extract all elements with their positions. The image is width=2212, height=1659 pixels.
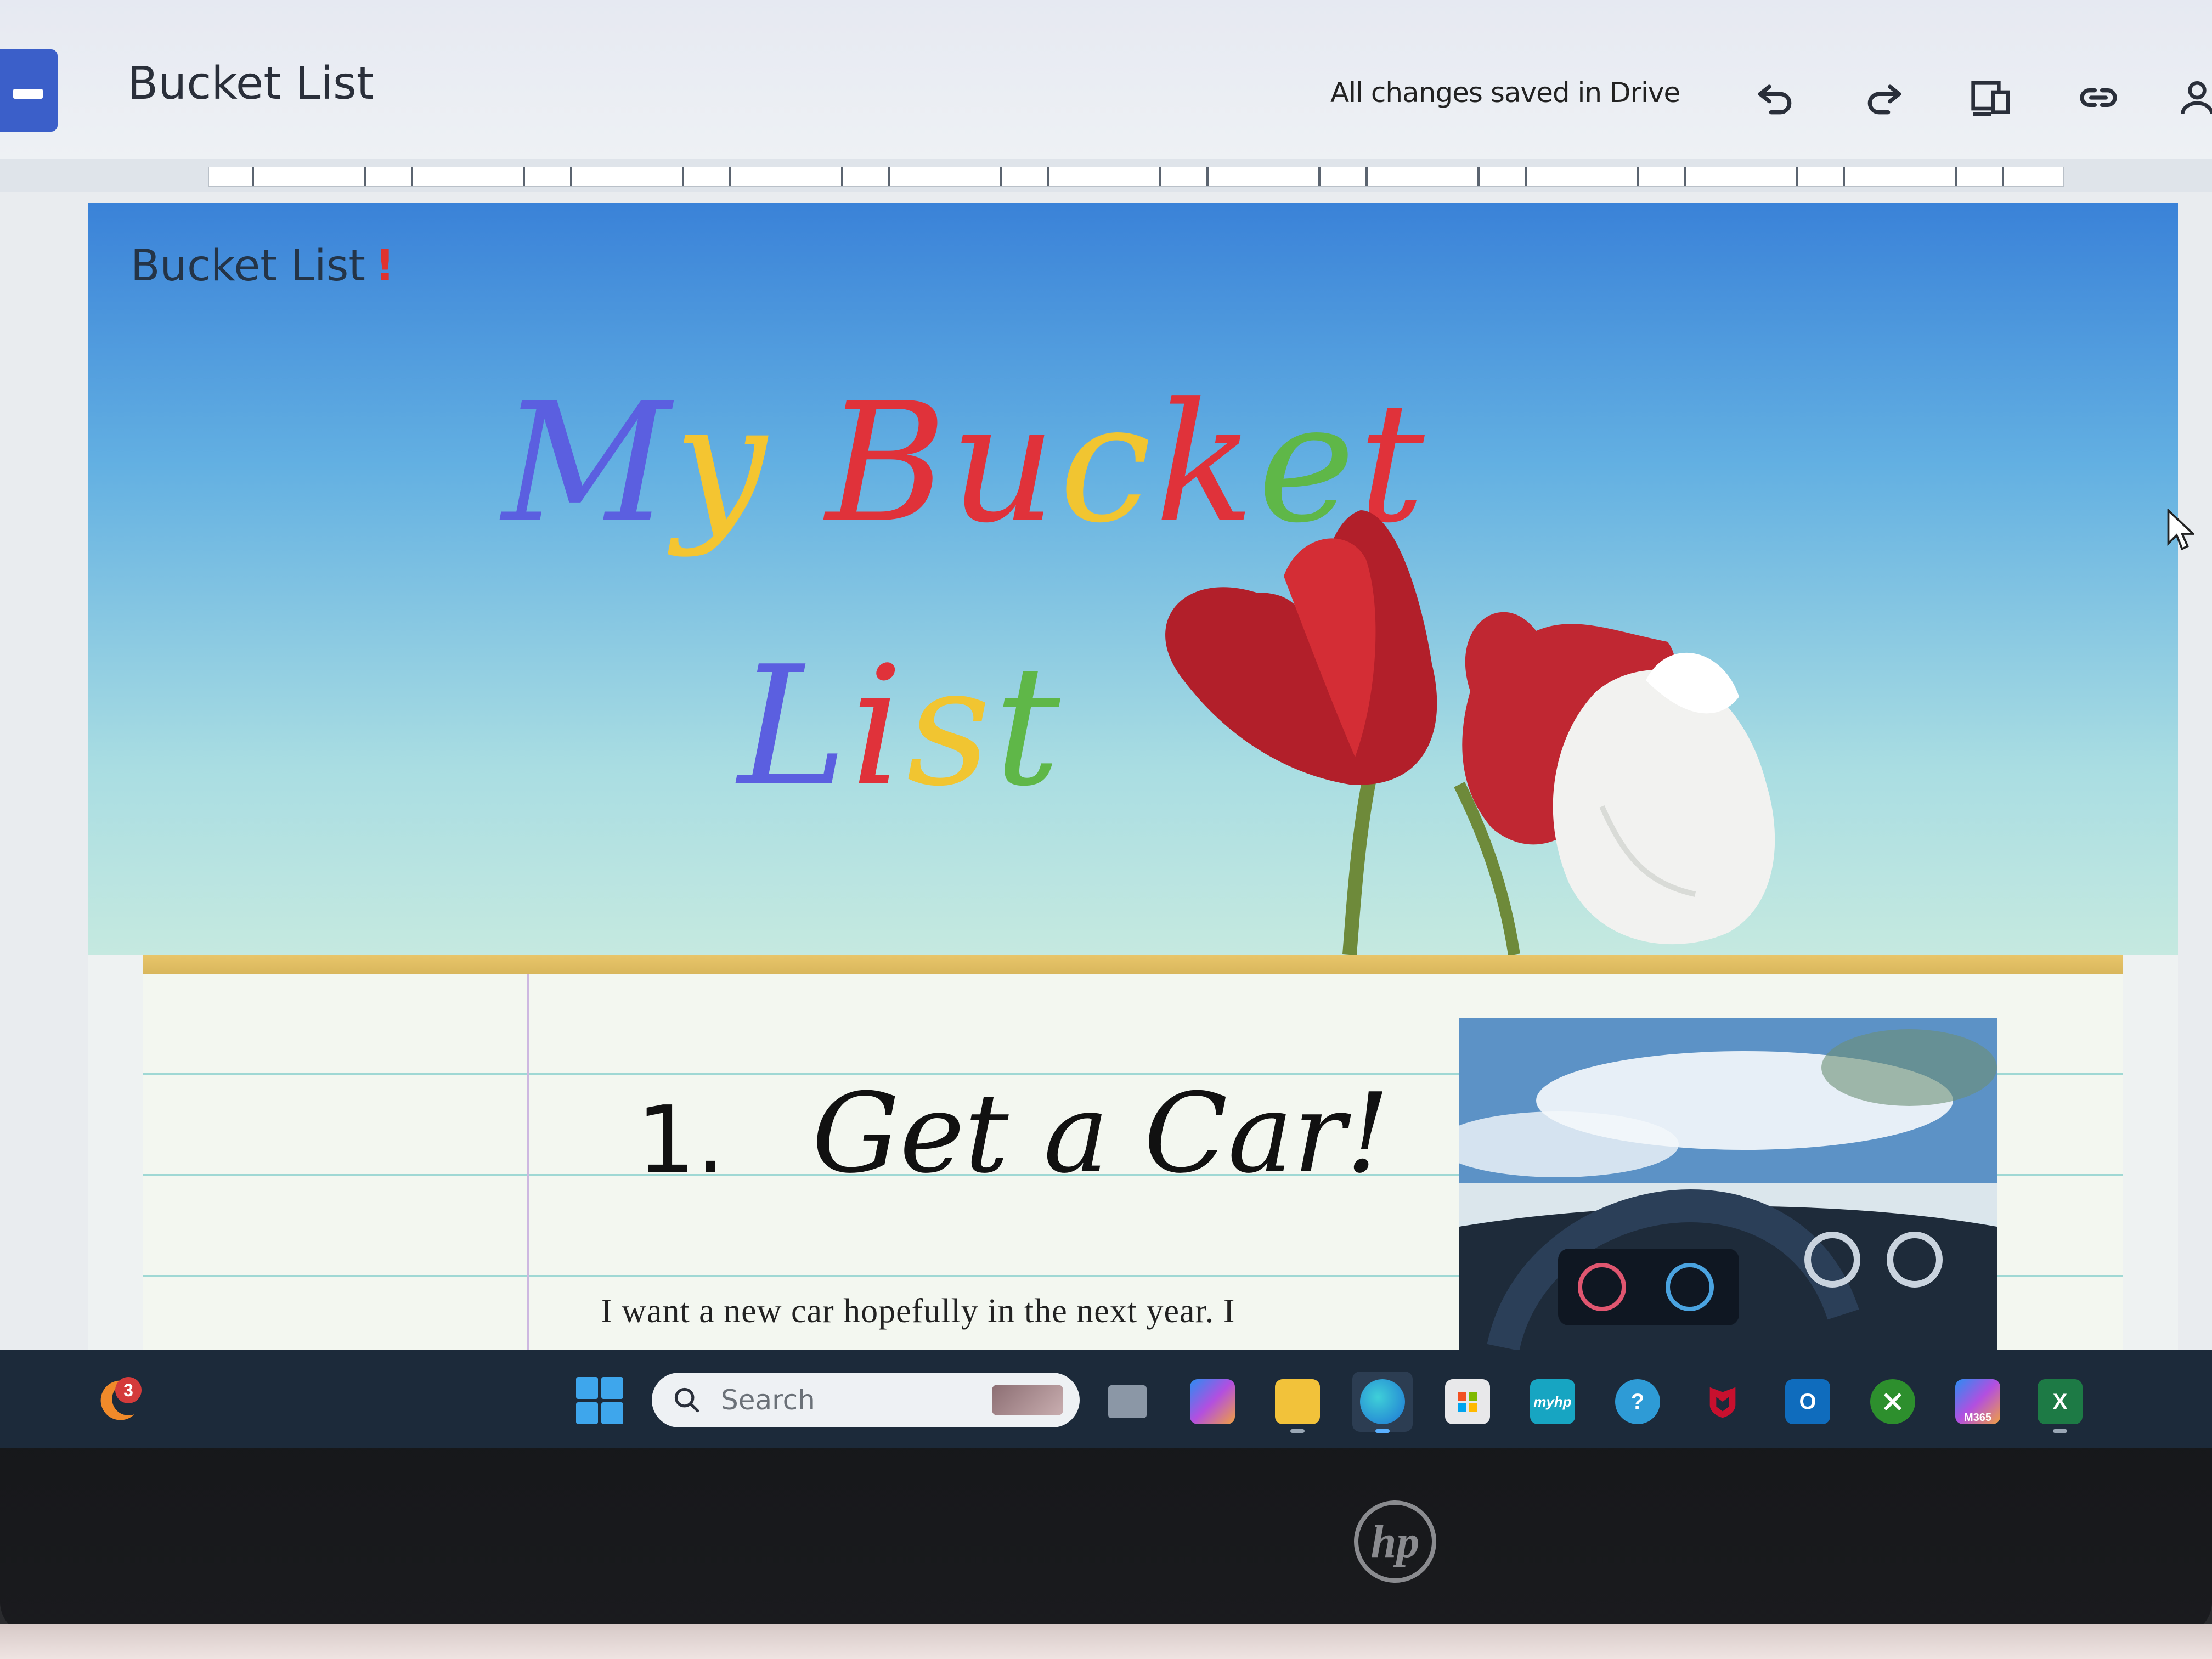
preview-button[interactable] [1964,70,2019,125]
edge-icon [1360,1379,1405,1424]
hp-logo-icon: hp [1354,1500,1436,1583]
devices-preview-icon [1971,81,2010,116]
taskbar-app-outlook[interactable]: O [1778,1372,1838,1432]
copy-link-button[interactable] [2071,70,2126,125]
taskbar-search[interactable]: Search [652,1373,1080,1427]
running-indicator [1375,1429,1390,1433]
store-icon [1445,1379,1490,1424]
sites-doc-icon[interactable] [0,49,58,132]
excel-icon: X [2038,1379,2083,1424]
taskbar-app-mcafee[interactable] [1692,1372,1753,1432]
headline-letter: L [738,631,851,822]
start-tile [576,1402,598,1424]
undo-icon [1758,84,1792,115]
task-view-icon [1108,1385,1147,1418]
desk-surface [0,1624,2212,1659]
m365-icon: M365 [1955,1379,2000,1424]
exclamation-icon: ! [375,241,395,291]
app-header: Bucket List All changes saved in Drive [0,0,2212,160]
help-icon: ? [1615,1379,1660,1424]
headline-letter: u [950,368,1059,559]
screen: Bucket List All changes saved in Drive B… [0,0,2212,1448]
taskbar-app-store[interactable] [1437,1372,1498,1432]
folder-icon [1275,1379,1320,1424]
running-indicator [1290,1429,1305,1433]
tulips-image [1165,510,1775,955]
search-icon [674,1387,699,1413]
xbox-icon [1870,1379,1915,1424]
undo-button[interactable] [1747,70,1802,125]
outlook-icon: O [1785,1379,1830,1424]
start-tile [601,1377,623,1399]
headline-letter: i [850,631,907,822]
start-tile [576,1377,598,1399]
ruler [0,159,2212,192]
taskbar-app-edge[interactable] [1352,1372,1413,1433]
taskbar-app-excel[interactable]: X [2030,1372,2090,1433]
redo-button[interactable] [1857,70,1912,125]
mouse-cursor-icon [2167,509,2194,551]
item-title[interactable]: Get a Car! [812,1070,1390,1198]
save-status: All changes saved in Drive [1330,77,1680,109]
headline-letter: M [502,368,674,559]
document-title[interactable]: Bucket List [127,58,374,110]
headline-letter: s [906,631,995,822]
taskbar-app-get-help[interactable]: ? [1607,1372,1668,1432]
taskbar-app-myhp[interactable]: myhp [1522,1372,1583,1432]
taskbar-app-copilot[interactable] [1182,1372,1243,1432]
search-highlight-icon [992,1385,1063,1415]
myhp-icon: myhp [1530,1379,1575,1424]
taskbar-app-xbox[interactable] [1863,1372,1923,1432]
site-title-text: Bucket List [131,241,365,291]
running-indicator [2053,1429,2067,1433]
page-canvas: Bucket List! My Bucket List 1. Get a Car… [88,203,2178,1448]
item-description[interactable]: I want a new car hopefully in the next y… [601,1292,1235,1331]
item-number: 1. [636,1086,726,1195]
taskbar-app-task-view[interactable] [1097,1372,1158,1432]
windows-taskbar: Search myhp ? O M365 X [0,1350,2212,1448]
copilot-icon [1190,1379,1235,1424]
taskbar-app-m365[interactable]: M365 [1948,1372,2008,1432]
car-interior-photo[interactable] [1459,1018,1997,1358]
start-tile [601,1402,623,1424]
banner-divider [143,955,2123,974]
headline-space [770,368,826,559]
headline-letter: B [826,368,950,559]
headline-letter: t [994,631,1064,822]
headline-letter: y [674,368,770,559]
taskbar-app-file-explorer[interactable] [1267,1372,1328,1433]
notification-badge: 3 [115,1377,142,1403]
share-person-icon [2181,81,2212,115]
header-banner[interactable]: Bucket List! My Bucket List [88,203,2178,955]
link-icon [2080,88,2117,107]
redo-icon [1867,84,1901,115]
start-button[interactable] [576,1377,623,1424]
share-button[interactable] [2170,70,2212,125]
search-placeholder: Search [721,1384,815,1416]
mcafee-shield-icon [1709,1387,1736,1418]
site-title[interactable]: Bucket List! [131,241,395,291]
headline-line-2: List [738,631,1064,822]
ruler-scale [208,167,2064,187]
